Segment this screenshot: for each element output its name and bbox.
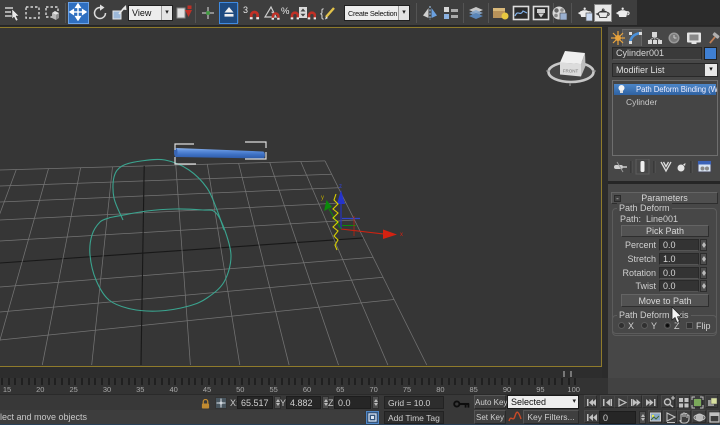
svg-text:%: % (281, 6, 290, 17)
svg-text:x: x (400, 232, 403, 238)
svg-text:FRONT: FRONT (563, 69, 579, 74)
svg-text:{: { (320, 6, 324, 20)
svg-text:y: y (321, 195, 324, 201)
svg-text:z: z (339, 184, 342, 190)
svg-text:3: 3 (243, 5, 248, 15)
